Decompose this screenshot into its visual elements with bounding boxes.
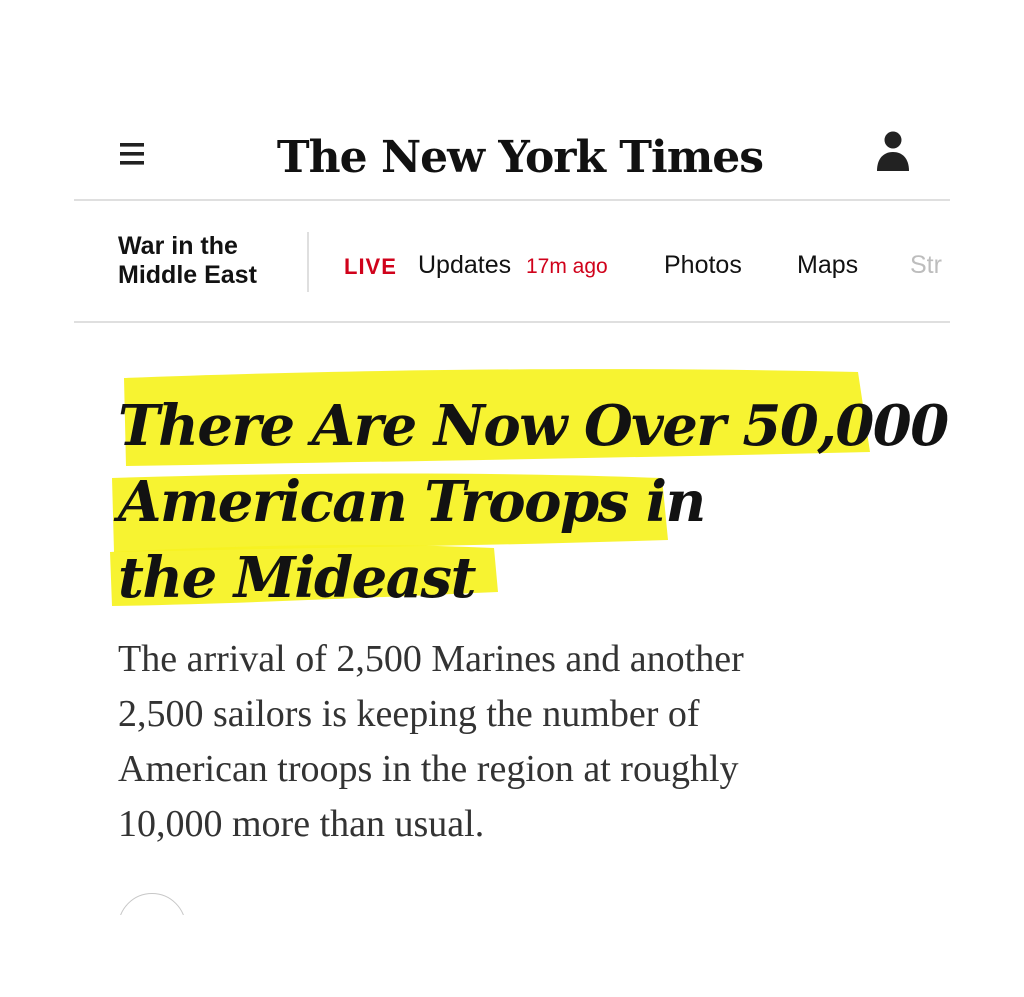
headline-line: American Troops in xyxy=(118,469,706,535)
headline-line: the Mideast xyxy=(118,545,476,611)
headline-line: There Are Now Over 50,000 xyxy=(118,393,949,459)
summary-line: 2,500 sailors is keeping the number of xyxy=(118,693,700,735)
article-headline[interactable]: There Are Now Over 50,000 American Troop… xyxy=(118,388,949,616)
summary-line: 10,000 more than usual. xyxy=(118,803,485,845)
crop-edge xyxy=(0,915,1024,997)
summary-line: The arrival of 2,500 Marines and another xyxy=(118,638,744,680)
summary-line: American troops in the region at roughly xyxy=(118,748,739,790)
article-summary: The arrival of 2,500 Marines and another… xyxy=(118,632,878,852)
